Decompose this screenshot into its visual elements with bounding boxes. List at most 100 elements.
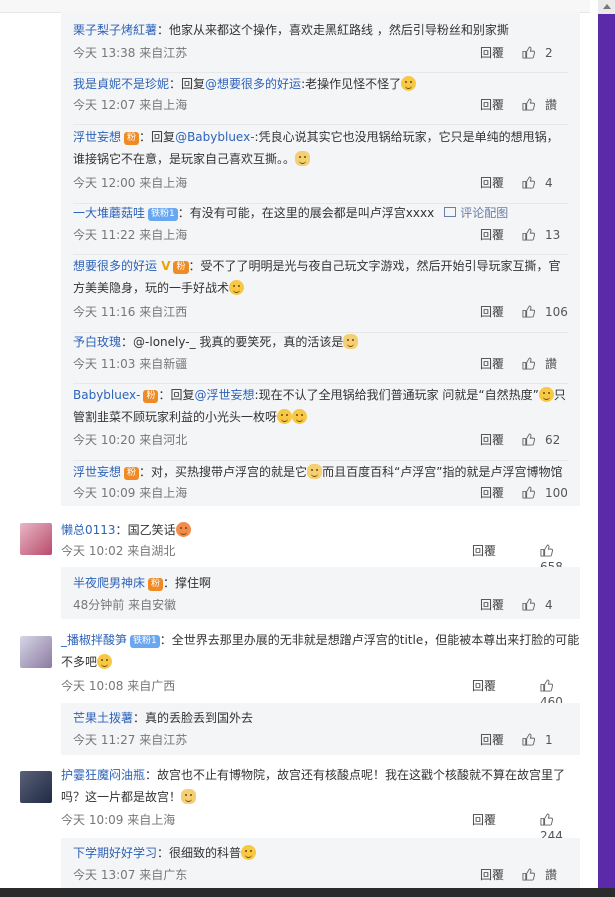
like-count: 100 bbox=[545, 486, 568, 500]
like-button[interactable]: 13 bbox=[522, 227, 568, 243]
emoji-icon bbox=[292, 409, 308, 424]
reply-username[interactable]: 浮世妄想 bbox=[73, 465, 121, 479]
like-button[interactable]: 106 bbox=[522, 304, 568, 320]
reply-item: 浮世妄想粉：对，买热搜带卢浮宫的就是它 而且百度百科“卢浮宫”指的就是卢浮宫博物馆… bbox=[73, 464, 568, 501]
reply-time: 今天 13:38 来自江苏 bbox=[73, 46, 188, 60]
comment-time: 今天 10:09 来自上海 bbox=[61, 813, 176, 827]
emoji-icon bbox=[277, 409, 293, 424]
like-button[interactable]: 讚 bbox=[522, 97, 568, 113]
reply-button[interactable]: 回覆 bbox=[480, 597, 504, 613]
reply-button[interactable]: 回覆 bbox=[472, 678, 496, 694]
like-count: 13 bbox=[545, 228, 561, 242]
thumbs-up-icon bbox=[522, 176, 535, 189]
scrollbar[interactable] bbox=[598, 0, 615, 897]
reply-username[interactable]: 芒果土拨薯 bbox=[73, 711, 133, 725]
reply-text: 撑住啊 bbox=[175, 576, 212, 590]
reply-button[interactable]: 回覆 bbox=[472, 812, 496, 828]
thumbs-up-icon bbox=[522, 46, 535, 59]
fan-badge-icon: 粉 bbox=[124, 132, 140, 145]
thumbs-up-icon bbox=[540, 813, 553, 826]
reply-text: 真的丢脸丢到国外去 bbox=[145, 711, 254, 725]
like-count: 2 bbox=[545, 46, 553, 60]
comment-image-link[interactable]: 评论配图 bbox=[444, 206, 508, 220]
comment-item: _播椒拌酸笋 铁粉1 ：全世界去那里办展的无非就是想蹭卢浮宫的title，但能被本尊… bbox=[20, 626, 580, 709]
reply-item: 想要很多的好运 V 粉：受不了了明明是光与夜自己玩文字游戏，然后开始引导玩家互撕，… bbox=[61, 255, 580, 333]
scroll-up-button[interactable] bbox=[598, 0, 615, 14]
emoji-icon bbox=[229, 280, 245, 295]
reply-button[interactable]: 回覆 bbox=[480, 732, 504, 748]
reply-text: 对，买热搜带卢浮宫的就是它 bbox=[151, 465, 308, 479]
reply-item: 我是貞妮不是珍妮：回复@想要很多的好运:老操作见怪不怪了 今天 12:07 来自… bbox=[61, 73, 580, 126]
comment-username[interactable]: _播椒拌酸笋 bbox=[61, 633, 127, 647]
reply-button[interactable]: 回覆 bbox=[480, 175, 504, 191]
emoji-icon bbox=[307, 464, 323, 479]
reply-button[interactable]: 回覆 bbox=[472, 543, 496, 559]
reply-text: @-lonely-_ 我真的要笑死，真的活该是 bbox=[133, 335, 344, 349]
reply-button[interactable]: 回覆 bbox=[480, 227, 504, 243]
reply-text-continued: 而且百度百科“卢浮宫”指的就是卢浮宫博物馆 bbox=[322, 465, 563, 479]
reply-text: :老操作见怪不怪了 bbox=[301, 77, 402, 91]
mention-link[interactable]: @浮世妄想 bbox=[195, 388, 255, 402]
like-button[interactable]: 1 bbox=[522, 732, 568, 748]
vip-badge-icon: 铁粉1 bbox=[148, 208, 178, 221]
reply-username[interactable]: 一大堆蘑菇哇 bbox=[73, 206, 145, 220]
reply-button[interactable]: 回覆 bbox=[480, 45, 504, 61]
reply-username[interactable]: 半夜爬男神床 bbox=[73, 576, 145, 590]
like-button[interactable]: 4 bbox=[522, 175, 568, 191]
reply-username[interactable]: Babybluex- bbox=[73, 388, 140, 402]
divider bbox=[73, 124, 568, 125]
like-button[interactable]: 讚 bbox=[522, 867, 568, 883]
emoji-icon bbox=[241, 845, 257, 860]
reply-text: 他家从来都这个操作，喜欢走黑紅路线 ，然后引导粉丝和别家撕 bbox=[169, 23, 509, 37]
mention-link[interactable]: @想要很多的好运 bbox=[205, 77, 301, 91]
image-icon bbox=[444, 207, 457, 217]
like-count: 讚 bbox=[545, 868, 558, 882]
emoji-icon bbox=[181, 789, 197, 804]
comment-username[interactable]: 懒总0113 bbox=[61, 523, 116, 537]
avatar[interactable] bbox=[20, 523, 52, 555]
emoji-icon bbox=[295, 151, 311, 166]
like-button[interactable]: 讚 bbox=[522, 356, 568, 372]
reply-button[interactable]: 回覆 bbox=[480, 304, 504, 320]
reply-username[interactable]: 栗子梨子烤紅薯 bbox=[73, 23, 157, 37]
reply-list: 栗子梨子烤紅薯：他家从来都这个操作，喜欢走黑紅路线 ，然后引导粉丝和别家撕 今天… bbox=[61, 12, 580, 506]
reply-text: 很细致的科普 bbox=[169, 846, 242, 860]
reply-button[interactable]: 回覆 bbox=[480, 97, 504, 113]
like-button[interactable]: 4 bbox=[522, 597, 568, 613]
reply-prefix: 回复 bbox=[170, 388, 195, 402]
mention-link[interactable]: @Babybluex- bbox=[175, 130, 254, 144]
thumbs-up-icon bbox=[522, 598, 535, 611]
reply-username[interactable]: 予白玫瑰 bbox=[73, 335, 121, 349]
thumbs-up-icon bbox=[522, 433, 535, 446]
avatar[interactable] bbox=[20, 771, 52, 803]
reply-time: 今天 10:09 来自上海 bbox=[73, 486, 188, 500]
comment-text: 国乙笑话 bbox=[127, 523, 176, 537]
thumbs-up-icon bbox=[522, 228, 535, 241]
thumbs-up-icon bbox=[540, 679, 553, 692]
reply-button[interactable]: 回覆 bbox=[480, 356, 504, 372]
reply-button[interactable]: 回覆 bbox=[480, 867, 504, 883]
thumbs-up-icon bbox=[522, 733, 535, 746]
bottom-edge bbox=[0, 888, 615, 897]
like-count: 讚 bbox=[545, 98, 558, 112]
avatar[interactable] bbox=[20, 636, 52, 668]
reply-username[interactable]: 想要很多的好运 bbox=[73, 259, 157, 273]
reply-list: 半夜爬男神床粉：撑住啊 48分钟前 来自安徽 回覆 4 bbox=[61, 567, 580, 619]
like-button[interactable]: 2 bbox=[522, 45, 568, 61]
reply-prefix: 回复 bbox=[181, 77, 206, 91]
like-button[interactable]: 100 bbox=[522, 485, 568, 501]
like-count: 62 bbox=[545, 433, 561, 447]
reply-username[interactable]: 我是貞妮不是珍妮 bbox=[73, 77, 169, 91]
reply-username[interactable]: 下学期好好学习 bbox=[73, 846, 157, 860]
reply-button[interactable]: 回覆 bbox=[480, 485, 504, 501]
comment-username[interactable]: 护霎狂魔闷油瓶 bbox=[61, 768, 145, 782]
reply-username[interactable]: 浮世妄想 bbox=[73, 130, 121, 144]
like-button[interactable]: 62 bbox=[522, 432, 568, 448]
reply-time: 48分钟前 来自安徽 bbox=[73, 598, 177, 612]
comment-time: 今天 10:02 来自湖北 bbox=[61, 544, 176, 558]
reply-item: 一大堆蘑菇哇 铁粉1 ：有没有可能，在这里的展会都是叫卢浮宫xxxx 评论配图 今天 … bbox=[61, 202, 580, 257]
like-count: 106 bbox=[545, 305, 568, 319]
reply-button[interactable]: 回覆 bbox=[480, 432, 504, 448]
like-count: 1 bbox=[545, 733, 553, 747]
reply-item: 半夜爬男神床粉：撑住啊 48分钟前 来自安徽 回覆 4 bbox=[61, 567, 580, 619]
